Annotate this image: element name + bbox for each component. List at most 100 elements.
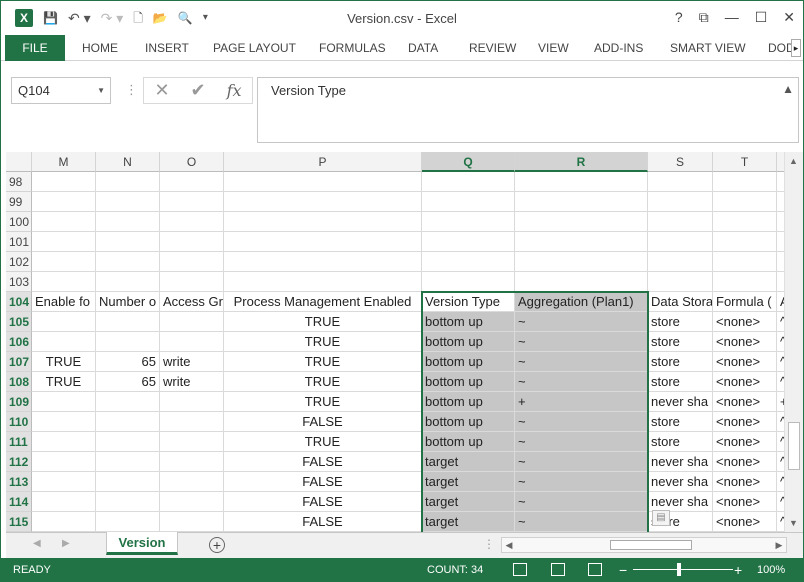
- table-cell[interactable]: +: [777, 392, 784, 412]
- table-cell[interactable]: [32, 312, 96, 332]
- table-cell[interactable]: never sha: [648, 452, 713, 472]
- minimize-icon[interactable]: —: [725, 9, 739, 26]
- tab-page-layout[interactable]: PAGE LAYOUT: [213, 35, 296, 61]
- table-cell[interactable]: A: [777, 292, 784, 312]
- table-cell[interactable]: Number o: [96, 292, 160, 312]
- table-cell[interactable]: <none>: [713, 472, 777, 492]
- table-cell[interactable]: ^: [777, 452, 784, 472]
- table-cell[interactable]: ^: [777, 512, 784, 532]
- table-cell[interactable]: never sha: [648, 492, 713, 512]
- table-cell[interactable]: [648, 252, 713, 272]
- table-cell[interactable]: [515, 272, 648, 292]
- table-cell[interactable]: [422, 192, 515, 212]
- table-cell[interactable]: [422, 272, 515, 292]
- table-cell[interactable]: Version Type: [422, 292, 515, 312]
- row-header[interactable]: 101: [6, 232, 32, 252]
- table-cell[interactable]: [713, 172, 777, 192]
- table-cell[interactable]: [96, 212, 160, 232]
- table-cell[interactable]: [648, 212, 713, 232]
- table-cell[interactable]: [515, 192, 648, 212]
- table-cell[interactable]: [96, 492, 160, 512]
- table-cell[interactable]: <none>: [713, 492, 777, 512]
- add-sheet-icon[interactable]: +: [209, 537, 225, 553]
- horizontal-scrollbar[interactable]: ◀ ▶: [501, 537, 787, 553]
- row-header[interactable]: 111: [6, 432, 32, 452]
- table-cell[interactable]: [422, 212, 515, 232]
- table-cell[interactable]: [648, 172, 713, 192]
- table-cell[interactable]: [515, 172, 648, 192]
- table-cell[interactable]: TRUE: [224, 332, 422, 352]
- table-cell[interactable]: [648, 272, 713, 292]
- row-header[interactable]: 114: [6, 492, 32, 512]
- row-header[interactable]: 108: [6, 372, 32, 392]
- table-cell[interactable]: [32, 392, 96, 412]
- horizontal-scroll-thumb[interactable]: [610, 540, 692, 550]
- tab-view[interactable]: VIEW: [538, 35, 569, 61]
- row-header[interactable]: 109: [6, 392, 32, 412]
- table-cell[interactable]: <none>: [713, 432, 777, 452]
- table-cell[interactable]: [32, 172, 96, 192]
- table-cell[interactable]: target: [422, 472, 515, 492]
- row-header[interactable]: 100: [6, 212, 32, 232]
- insert-function-icon[interactable]: fx: [227, 81, 242, 100]
- table-cell[interactable]: target: [422, 452, 515, 472]
- table-cell[interactable]: [96, 432, 160, 452]
- close-icon[interactable]: ✕: [783, 9, 795, 26]
- table-cell[interactable]: ^: [777, 312, 784, 332]
- column-header[interactable]: M: [32, 152, 96, 172]
- scroll-down-icon[interactable]: ▼: [789, 518, 798, 528]
- table-cell[interactable]: [96, 332, 160, 352]
- table-cell[interactable]: bottom up: [422, 392, 515, 412]
- table-cell[interactable]: [160, 212, 224, 232]
- table-cell[interactable]: [713, 272, 777, 292]
- column-header[interactable]: N: [96, 152, 160, 172]
- table-cell[interactable]: 65: [96, 352, 160, 372]
- table-cell[interactable]: [422, 232, 515, 252]
- table-cell[interactable]: ^: [777, 332, 784, 352]
- table-cell[interactable]: [96, 172, 160, 192]
- table-cell[interactable]: ~: [515, 352, 648, 372]
- row-header[interactable]: 110: [6, 412, 32, 432]
- row-header[interactable]: 107: [6, 352, 32, 372]
- table-cell[interactable]: TRUE: [32, 352, 96, 372]
- table-cell[interactable]: [777, 172, 784, 192]
- table-cell[interactable]: [96, 452, 160, 472]
- table-cell[interactable]: store: [648, 332, 713, 352]
- table-cell[interactable]: store: [648, 432, 713, 452]
- table-cell[interactable]: store: [648, 352, 713, 372]
- table-cell[interactable]: [160, 192, 224, 212]
- table-cell[interactable]: [422, 172, 515, 192]
- table-cell[interactable]: [777, 212, 784, 232]
- table-cell[interactable]: [32, 452, 96, 472]
- table-cell[interactable]: [777, 272, 784, 292]
- tab-file[interactable]: FILE: [5, 35, 65, 61]
- table-cell[interactable]: [32, 492, 96, 512]
- table-cell[interactable]: [777, 252, 784, 272]
- table-cell[interactable]: [648, 192, 713, 212]
- table-cell[interactable]: [96, 192, 160, 212]
- zoom-slider[interactable]: [633, 569, 733, 570]
- table-cell[interactable]: [515, 212, 648, 232]
- vertical-scroll-thumb[interactable]: [788, 422, 800, 470]
- table-cell[interactable]: target: [422, 512, 515, 532]
- table-cell[interactable]: [160, 312, 224, 332]
- table-cell[interactable]: ^: [777, 472, 784, 492]
- zoom-level[interactable]: 100%: [757, 558, 785, 582]
- row-header[interactable]: 112: [6, 452, 32, 472]
- table-cell[interactable]: ~: [515, 472, 648, 492]
- table-cell[interactable]: [777, 192, 784, 212]
- table-cell[interactable]: ~: [515, 332, 648, 352]
- table-cell[interactable]: ~: [515, 452, 648, 472]
- table-cell[interactable]: [648, 232, 713, 252]
- table-cell[interactable]: [32, 272, 96, 292]
- table-cell[interactable]: FALSE: [224, 452, 422, 472]
- table-cell[interactable]: [224, 192, 422, 212]
- table-cell[interactable]: ^: [777, 412, 784, 432]
- table-cell[interactable]: [160, 332, 224, 352]
- table-cell[interactable]: write: [160, 352, 224, 372]
- row-header[interactable]: 102: [6, 252, 32, 272]
- table-cell[interactable]: TRUE: [224, 432, 422, 452]
- collapse-formula-bar-icon[interactable]: ▲: [782, 82, 794, 96]
- table-cell[interactable]: [32, 192, 96, 212]
- table-cell[interactable]: bottom up: [422, 352, 515, 372]
